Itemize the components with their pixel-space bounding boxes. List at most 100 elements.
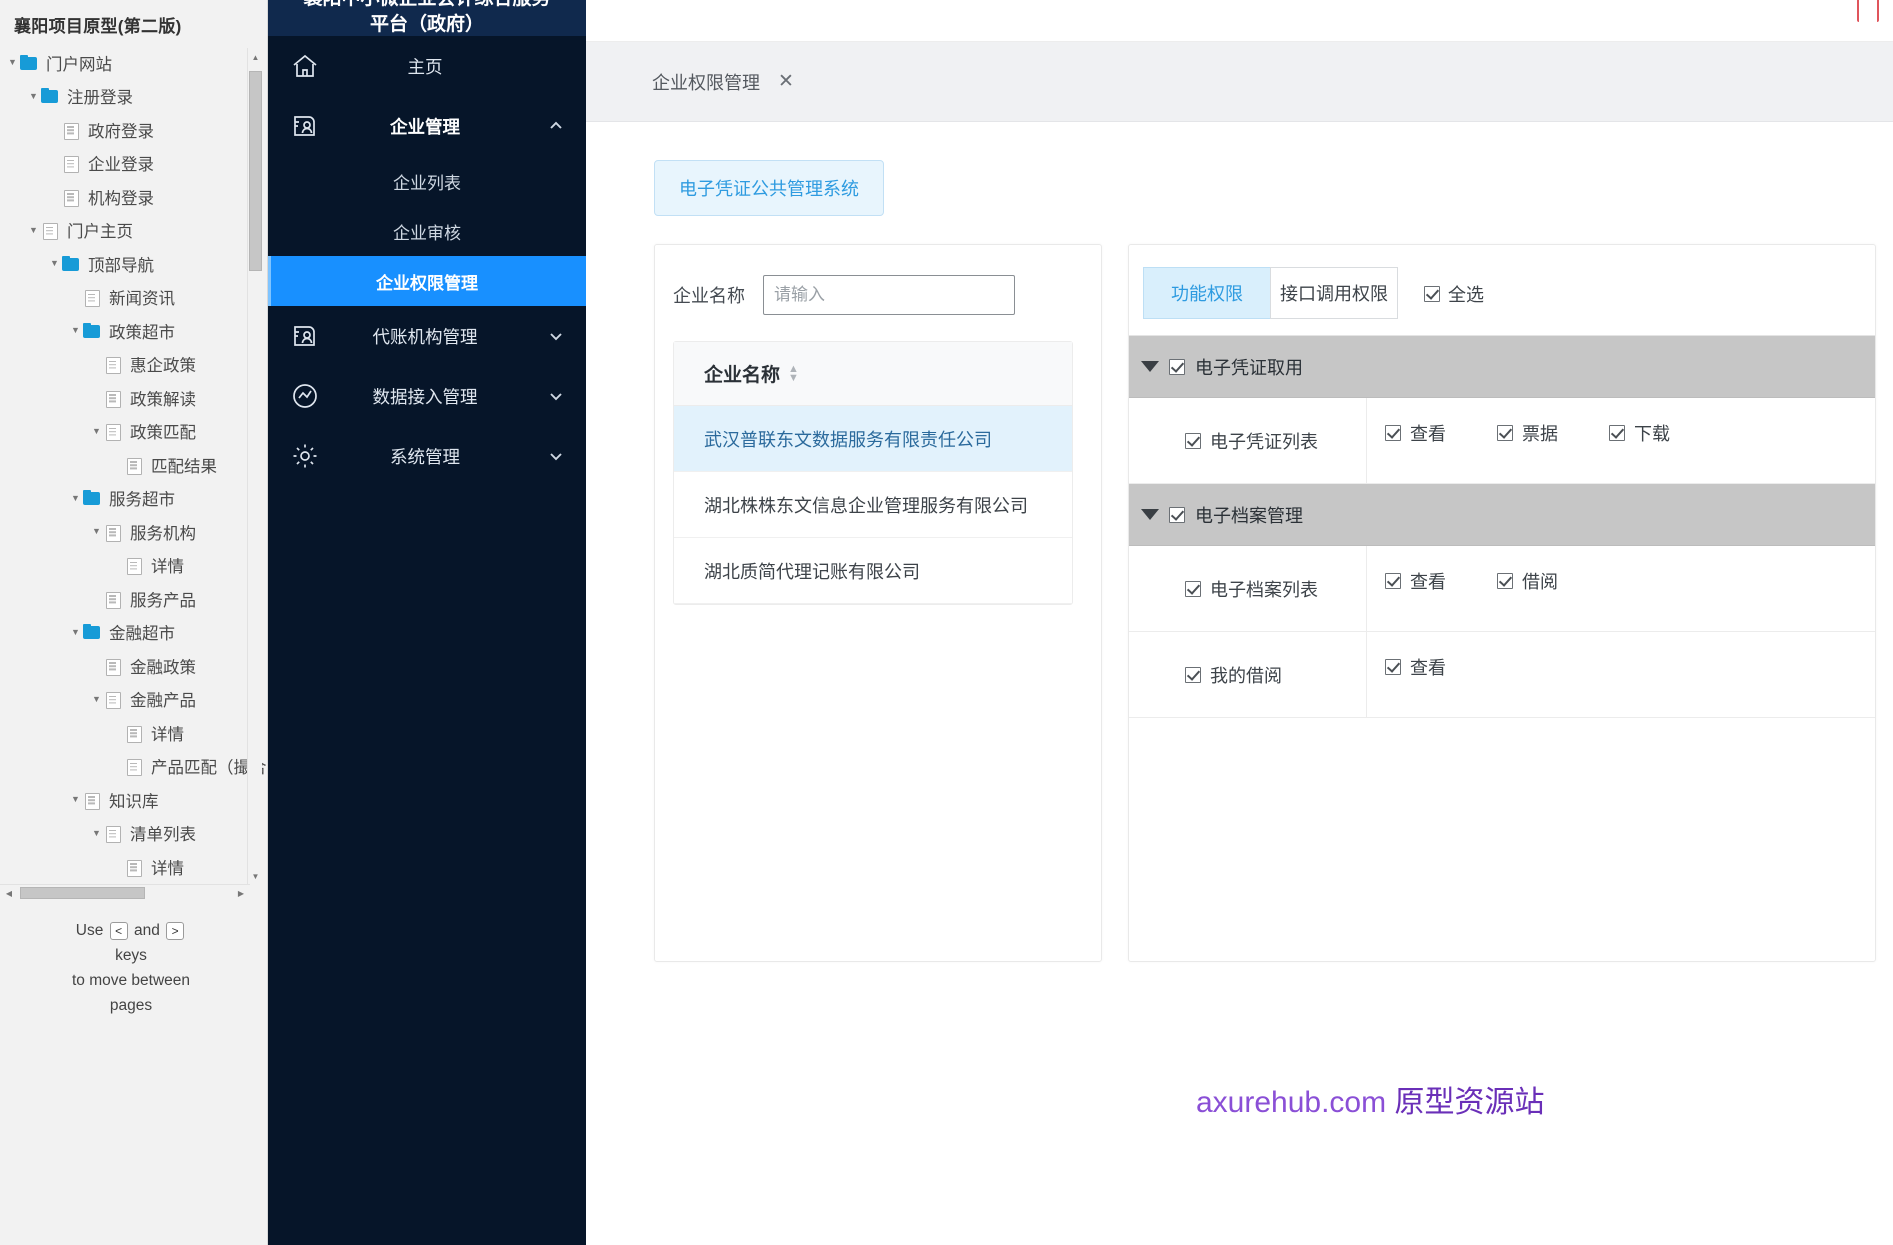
sitemap-node[interactable]: ▼ 政策匹配 [0,415,268,449]
permission-row-label-cell[interactable]: 电子凭证列表 [1129,398,1367,483]
table-row[interactable]: 武汉普联东文数据服务有限责任公司 [674,406,1072,472]
sitemap-node[interactable]: ▼ 门户主页 [0,214,268,248]
tree-vertical-scrollbar[interactable]: ▲ ▼ [247,48,262,886]
chevron-down-icon[interactable]: ▼ [69,326,82,335]
chevron-down-icon[interactable]: ▼ [48,259,61,268]
select-all-row[interactable]: 全选 [1424,281,1484,307]
permission-row-checkbox[interactable] [1185,666,1201,683]
permission-option[interactable]: 查看 [1385,568,1497,594]
permission-option[interactable]: 下载 [1609,420,1721,446]
scroll-up-icon[interactable]: ▲ [249,50,262,65]
permission-option-checkbox[interactable] [1609,425,1625,441]
sitemap-node[interactable]: ▼ 知识库 [0,783,268,817]
tree-vertical-scroll-thumb[interactable] [249,71,262,271]
nav-item-7[interactable]: 系统管理 [268,426,586,486]
sitemap-node[interactable]: ▼金融政策 [0,649,268,683]
permission-group-row[interactable]: 电子档案管理 [1129,484,1875,546]
permission-row-label-cell[interactable]: 我的借阅 [1129,632,1367,717]
chevron-down-icon[interactable]: ▼ [69,493,82,503]
permission-option-label: 借阅 [1522,572,1558,592]
sitemap-node[interactable]: ▼ 服务机构 [0,515,268,549]
sitemap-node[interactable]: ▼ 金融超市 [0,616,268,650]
sitemap-node[interactable]: ▼新闻资讯 [0,281,268,315]
chevron-down-icon[interactable]: ▼ [27,91,40,101]
permission-option-checkbox[interactable] [1385,659,1401,675]
tree-horizontal-scroll-thumb[interactable] [20,887,145,899]
chevron-down-icon[interactable]: ▼ [90,426,103,436]
chevron-down-icon[interactable]: ▼ [69,795,82,804]
permission-option-checkbox[interactable] [1385,573,1401,589]
caret-down-icon[interactable] [1141,509,1159,520]
sitemap-node[interactable]: ▼ 门户网站 [0,46,268,80]
sitemap-node[interactable]: ▼ 注册登录 [0,80,268,114]
system-chip[interactable]: 电子凭证公共管理系统 [654,160,884,216]
sitemap-node[interactable]: ▼政府登录 [0,113,268,147]
nav-item-2[interactable]: 企业列表 [268,156,586,206]
chevron-down-icon[interactable] [548,448,564,464]
sitemap-node[interactable]: ▼详情 [0,549,268,583]
permission-option[interactable]: 查看 [1385,420,1497,446]
permission-tab-1[interactable]: 接口调用权限 [1270,267,1398,319]
permission-row-checkbox[interactable] [1185,432,1201,449]
table-row[interactable]: 湖北质简代理记账有限公司 [674,538,1072,604]
nav-item-5[interactable]: 代账机构管理 [268,306,586,366]
permission-tab-0[interactable]: 功能权限 [1143,267,1271,319]
table-header[interactable]: 企业名称 ▲ ▼ [674,342,1072,406]
permission-row-label-cell[interactable]: 电子档案列表 [1129,546,1367,631]
sitemap-tree[interactable]: ▼门户网站▼注册登录▼政府登录▼企业登录▼机构登录▼门户主页▼顶部导航▼新闻资讯… [0,46,268,886]
tree-horizontal-scrollbar[interactable]: ◀ ▶ [0,884,250,900]
permission-option-checkbox[interactable] [1385,425,1401,441]
scroll-right-icon[interactable]: ▶ [234,886,248,900]
enterprise-name: 湖北质简代理记账有限公司 [704,561,920,582]
permission-group-row[interactable]: 电子凭证取用 [1129,336,1875,398]
sitemap-node[interactable]: ▼服务产品 [0,582,268,616]
permission-option-checkbox[interactable] [1497,573,1513,589]
chevron-up-icon[interactable] [548,118,564,134]
sitemap-node[interactable]: ▼ 服务超市 [0,482,268,516]
sitemap-node[interactable]: ▼详情 [0,716,268,750]
scroll-down-icon[interactable]: ▼ [249,869,262,884]
sitemap-node[interactable]: ▼ 清单列表 [0,817,268,851]
nav-item-0[interactable]: 主页 [268,36,586,96]
permission-option[interactable]: 查看 [1385,654,1497,680]
permission-option[interactable]: 票据 [1497,420,1609,446]
nav-item-4[interactable]: 企业权限管理 [268,256,586,306]
sitemap-node[interactable]: ▼ 政策超市 [0,314,268,348]
permission-row-checkbox[interactable] [1185,580,1201,597]
chevron-down-icon[interactable]: ▼ [6,58,19,67]
chevron-down-icon[interactable] [548,388,564,404]
sitemap-node[interactable]: ▼ 顶部导航 [0,247,268,281]
scroll-left-icon[interactable]: ◀ [2,886,16,900]
chevron-down-icon[interactable]: ▼ [90,828,103,838]
sort-icon[interactable]: ▲ ▼ [788,363,799,383]
table-row[interactable]: 湖北株株东文信息企业管理服务有限公司 [674,472,1072,538]
sitemap-node[interactable]: ▼企业登录 [0,147,268,181]
search-input[interactable] [763,275,1015,315]
sitemap-node[interactable]: ▼惠企政策 [0,348,268,382]
group-checkbox[interactable] [1169,506,1185,523]
permission-option[interactable]: 借阅 [1497,568,1609,594]
group-checkbox[interactable] [1169,358,1185,375]
sitemap-node[interactable]: ▼产品匹配（撮合 [0,750,268,784]
next-page-key[interactable]: > [166,921,185,940]
sitemap-node[interactable]: ▼机构登录 [0,180,268,214]
sitemap-node[interactable]: ▼详情 [0,850,268,884]
select-all-checkbox[interactable] [1424,286,1440,302]
sitemap-node[interactable]: ▼政策解读 [0,381,268,415]
chevron-down-icon[interactable]: ▼ [69,627,82,637]
sitemap-node[interactable]: ▼匹配结果 [0,448,268,482]
nav-item-3[interactable]: 企业审核 [268,206,586,256]
chevron-down-icon[interactable]: ▼ [90,527,103,536]
chevron-down-icon[interactable]: ▼ [27,225,40,235]
nav-item-1[interactable]: 企业管理 [268,96,586,156]
prev-page-key[interactable]: < [109,921,128,940]
close-icon[interactable]: ✕ [778,70,794,93]
permission-option-checkbox[interactable] [1497,425,1513,441]
table-body: 武汉普联东文数据服务有限责任公司 湖北株株东文信息企业管理服务有限公司湖北质简代理… [674,406,1072,604]
chevron-down-icon[interactable] [548,328,564,344]
nav-item-6[interactable]: 数据接入管理 [268,366,586,426]
caret-down-icon[interactable] [1141,361,1159,372]
sitemap-node[interactable]: ▼ 金融产品 [0,683,268,717]
tab-enterprise-permission[interactable]: 企业权限管理 ✕ [652,69,794,95]
chevron-down-icon[interactable]: ▼ [90,694,103,704]
